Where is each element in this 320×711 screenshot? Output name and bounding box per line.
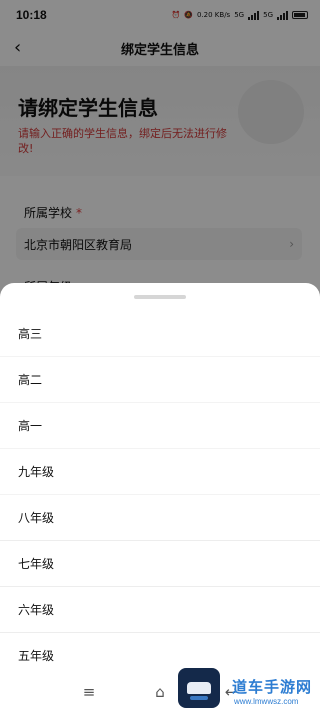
grade-option[interactable]: 高一: [0, 403, 320, 449]
grade-option[interactable]: 六年级: [0, 587, 320, 633]
grade-option[interactable]: 高二: [0, 357, 320, 403]
grade-option[interactable]: 九年级: [0, 449, 320, 495]
grade-option[interactable]: 五年级: [0, 633, 320, 673]
home-icon[interactable]: ⌂: [151, 683, 169, 701]
grade-option[interactable]: 七年级: [0, 541, 320, 587]
grade-option-list: 高三 高二 高一 九年级 八年级 七年级 六年级 五年级: [0, 311, 320, 673]
menu-icon[interactable]: ≡: [80, 683, 98, 701]
grade-option[interactable]: 八年级: [0, 495, 320, 541]
grade-picker-sheet: 高三 高二 高一 九年级 八年级 七年级 六年级 五年级: [0, 283, 320, 673]
drag-handle[interactable]: [134, 295, 186, 299]
watermark-url: www.lmwwsz.com: [234, 697, 299, 706]
watermark-text: 道车手游网: [232, 678, 313, 696]
watermark-logo: [178, 668, 220, 708]
grade-option[interactable]: 高三: [0, 311, 320, 357]
